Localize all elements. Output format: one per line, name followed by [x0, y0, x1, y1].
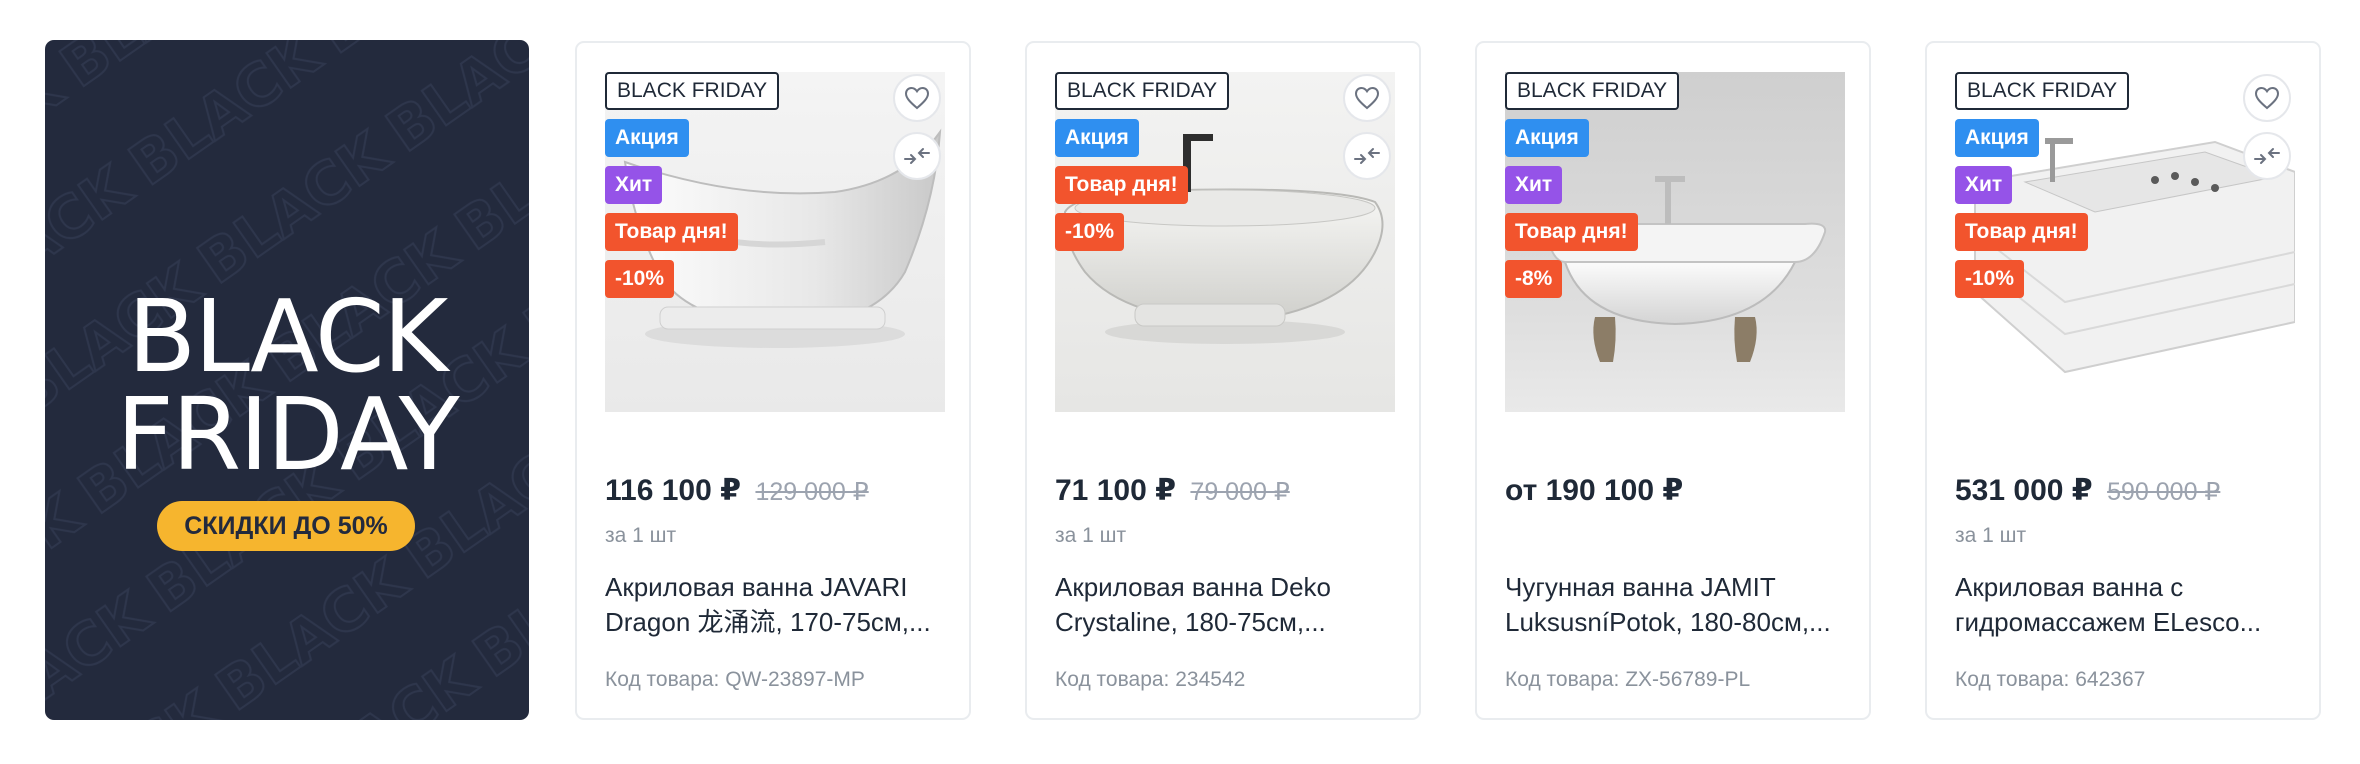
product-sku: Код товара: ZX-56789-PL	[1505, 668, 1751, 691]
sale-badge: Акция	[1055, 119, 1139, 157]
deal-of-day-badge: Товар дня!	[1955, 213, 2088, 251]
product-card[interactable]: BLACK FRIDAY Акция Хит Товар дня! -10% 1…	[575, 41, 971, 720]
compare-button[interactable]	[893, 132, 941, 180]
sale-badge: Акция	[605, 119, 689, 157]
current-price: 531 000 ₽	[1955, 474, 2093, 507]
black-friday-badge: BLACK FRIDAY	[1055, 72, 1230, 110]
price-row: 531 000 ₽ 590 000 ₽	[1955, 473, 2220, 508]
discount-badge: -10%	[1955, 260, 2025, 298]
product-card[interactable]: BLACK FRIDAY Акция Хит Товар дня! -8% от…	[1475, 41, 1871, 720]
banner-discount-pill: СКИДКИ ДО 50%	[157, 501, 415, 551]
price-unit: за 1 шт	[1955, 524, 2027, 547]
product-name-link[interactable]: Акриловая ванна Deko Crystaline, 180-75с…	[1055, 570, 1395, 640]
discount-badge: -8%	[1505, 260, 1563, 298]
product-card[interactable]: BLACK FRIDAY Акция Хит Товар дня! -10% 5…	[1925, 41, 2321, 720]
price-row: 71 100 ₽ 79 000 ₽	[1055, 473, 1290, 508]
old-price: 79 000 ₽	[1190, 478, 1290, 506]
sale-badge: Акция	[1505, 119, 1589, 157]
deal-of-day-badge: Товар дня!	[1505, 213, 1638, 251]
sale-badge: Акция	[1955, 119, 2039, 157]
price-unit: за 1 шт	[605, 524, 677, 547]
deal-of-day-badge: Товар дня!	[1055, 166, 1188, 204]
banner-title-line2: FRIDAY	[116, 376, 459, 493]
product-sku: Код товара: 642367	[1955, 668, 2146, 691]
favorite-button[interactable]	[2243, 74, 2291, 122]
product-card[interactable]: BLACK FRIDAY Акция Товар дня! -10% 71 10…	[1025, 41, 1421, 720]
compare-arrows-icon	[904, 148, 930, 164]
product-name-link[interactable]: Чугунная ванна JAMIT LuksusníPotok, 180-…	[1505, 570, 1845, 640]
black-friday-badge: BLACK FRIDAY	[605, 72, 780, 110]
heart-icon	[1354, 86, 1380, 110]
hit-badge: Хит	[605, 166, 663, 204]
price-row: от 190 100 ₽	[1505, 473, 1683, 508]
banner-title-line1: BLACK	[127, 278, 449, 395]
compare-arrows-icon	[1354, 148, 1380, 164]
current-price: от 190 100 ₽	[1505, 474, 1684, 507]
old-price: 129 000 ₽	[755, 478, 869, 506]
compare-button[interactable]	[2243, 132, 2291, 180]
hit-badge: Хит	[1505, 166, 1563, 204]
deal-of-day-badge: Товар дня!	[605, 213, 738, 251]
compare-button[interactable]	[1343, 132, 1391, 180]
black-friday-badge: BLACK FRIDAY	[1505, 72, 1680, 110]
discount-badge: -10%	[605, 260, 675, 298]
heart-icon	[2254, 86, 2280, 110]
favorite-button[interactable]	[893, 74, 941, 122]
product-sku: Код товара: 234542	[1055, 668, 1246, 691]
hit-badge: Хит	[1955, 166, 2013, 204]
current-price: 116 100 ₽	[605, 474, 741, 507]
current-price: 71 100 ₽	[1055, 474, 1176, 507]
compare-arrows-icon	[2254, 148, 2280, 164]
product-name-link[interactable]: Акриловая ванна JAVARI Dragon 龙涌流, 170-7…	[605, 570, 945, 640]
price-row: 116 100 ₽ 129 000 ₽	[605, 473, 869, 508]
heart-icon	[904, 86, 930, 110]
product-sku: Код товара: QW-23897-MP	[605, 668, 865, 691]
product-name-link[interactable]: Акриловая ванна с гидромассажем ELesco..…	[1955, 570, 2295, 640]
black-friday-banner[interactable]: BLACK BLACK FRIDAY СКИДКИ ДО 50%	[45, 40, 529, 720]
banner-title: BLACK FRIDAY	[45, 278, 529, 493]
product-carousel: BLACK BLACK FRIDAY СКИДКИ ДО 50%	[0, 0, 2360, 764]
price-unit: за 1 шт	[1055, 524, 1127, 547]
black-friday-badge: BLACK FRIDAY	[1955, 72, 2130, 110]
old-price: 590 000 ₽	[2107, 478, 2221, 506]
favorite-button[interactable]	[1343, 74, 1391, 122]
discount-badge: -10%	[1055, 213, 1125, 251]
